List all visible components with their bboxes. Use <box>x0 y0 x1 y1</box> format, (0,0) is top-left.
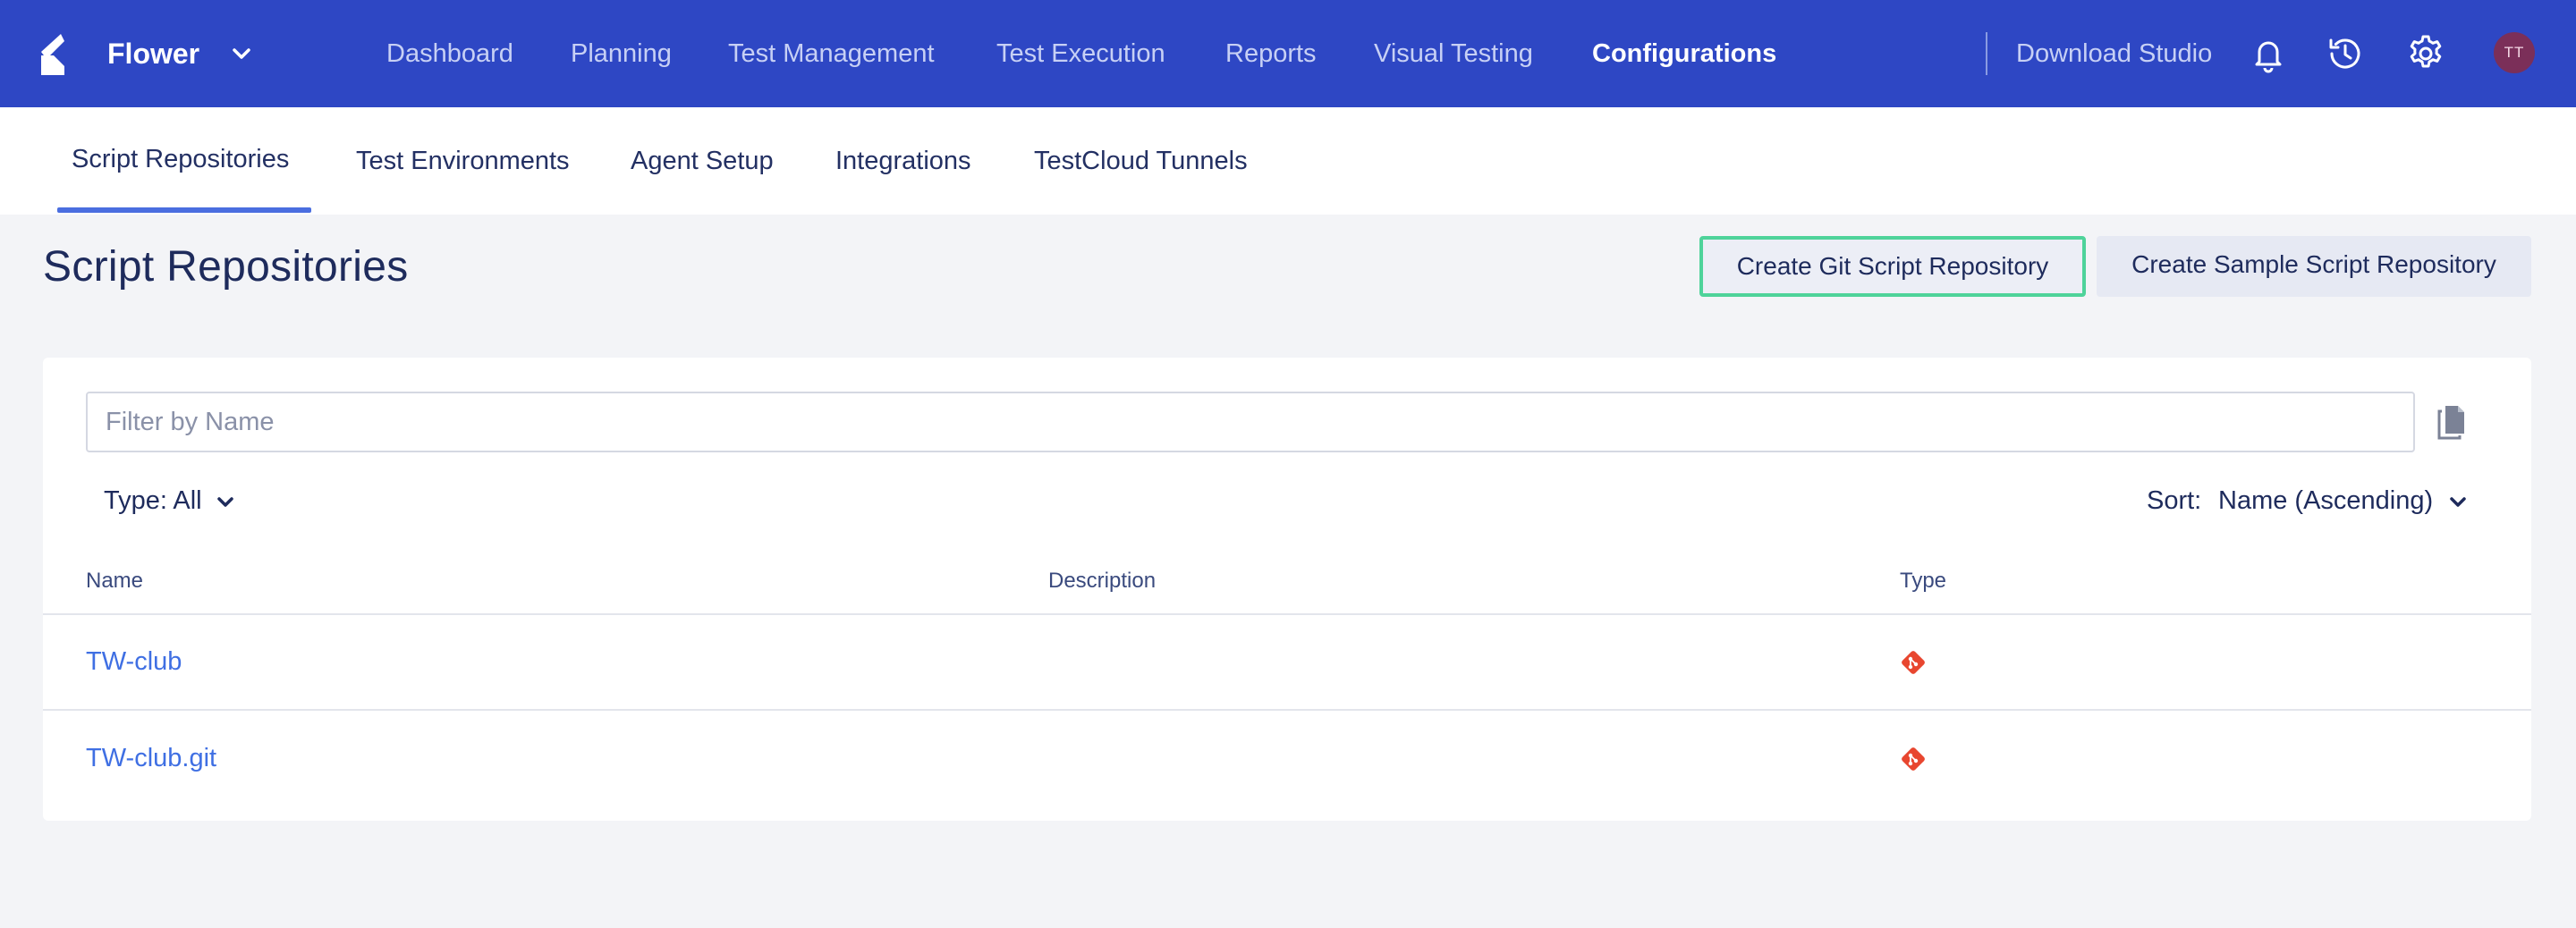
tab-agent-setup[interactable]: Agent Setup <box>631 143 774 179</box>
gear-icon[interactable] <box>2404 32 2447 75</box>
git-icon <box>1902 651 1925 674</box>
type-filter-dropdown[interactable]: Type: All <box>104 483 236 519</box>
chevron-down-icon <box>216 497 233 508</box>
nav-test-execution[interactable]: Test Execution <box>996 34 1165 73</box>
configuration-tabs: Script Repositories Test Environments Ag… <box>0 107 2576 215</box>
type-filter-label: Type: All <box>104 486 202 515</box>
sort-label: Sort: <box>2147 486 2202 515</box>
sort-value: Name (Ascending) <box>2218 486 2434 515</box>
bell-icon[interactable] <box>2247 32 2290 75</box>
tab-test-environments[interactable]: Test Environments <box>356 143 570 179</box>
nav-dashboard[interactable]: Dashboard <box>386 34 513 73</box>
user-avatar[interactable]: TT <box>2494 32 2535 73</box>
top-navigation-bar: Flower Dashboard Planning Test Managemen… <box>0 0 2576 107</box>
filter-by-name-input[interactable] <box>86 392 2415 452</box>
workspace-name[interactable]: Flower <box>107 34 199 73</box>
chevron-down-icon[interactable] <box>229 41 254 66</box>
create-git-repository-button[interactable]: Create Git Script Repository <box>1699 236 2086 297</box>
chevron-down-icon <box>2450 497 2466 508</box>
nav-configurations[interactable]: Configurations <box>1592 34 1776 73</box>
tab-integrations[interactable]: Integrations <box>835 143 971 179</box>
column-header-name: Name <box>86 569 144 593</box>
column-header-description: Description <box>1048 569 1157 593</box>
tab-testcloud-tunnels[interactable]: TestCloud Tunnels <box>1034 143 1248 179</box>
history-icon[interactable] <box>2324 32 2367 75</box>
repository-name-link[interactable]: TW-club.git <box>86 740 216 776</box>
page-title: Script Repositories <box>43 243 409 291</box>
download-studio-link[interactable]: Download Studio <box>2016 34 2212 73</box>
nav-test-management[interactable]: Test Management <box>728 34 935 73</box>
row-divider <box>43 709 2531 711</box>
nav-reports[interactable]: Reports <box>1225 34 1317 73</box>
tab-script-repositories[interactable]: Script Repositories <box>72 141 289 177</box>
flower-logo-icon[interactable] <box>38 32 73 77</box>
column-header-type: Type <box>1900 569 1947 593</box>
sort-dropdown[interactable]: Name (Ascending) <box>2218 483 2469 519</box>
nav-visual-testing[interactable]: Visual Testing <box>1374 34 1533 73</box>
table-header-divider <box>43 613 2531 615</box>
repository-name-link[interactable]: TW-club <box>86 644 182 679</box>
nav-divider <box>1986 32 1987 75</box>
active-tab-indicator <box>57 207 311 213</box>
git-icon <box>1902 747 1925 771</box>
create-sample-repository-button[interactable]: Create Sample Script Repository <box>2097 236 2531 297</box>
copy-icon[interactable] <box>2436 404 2469 440</box>
nav-planning[interactable]: Planning <box>571 34 672 73</box>
